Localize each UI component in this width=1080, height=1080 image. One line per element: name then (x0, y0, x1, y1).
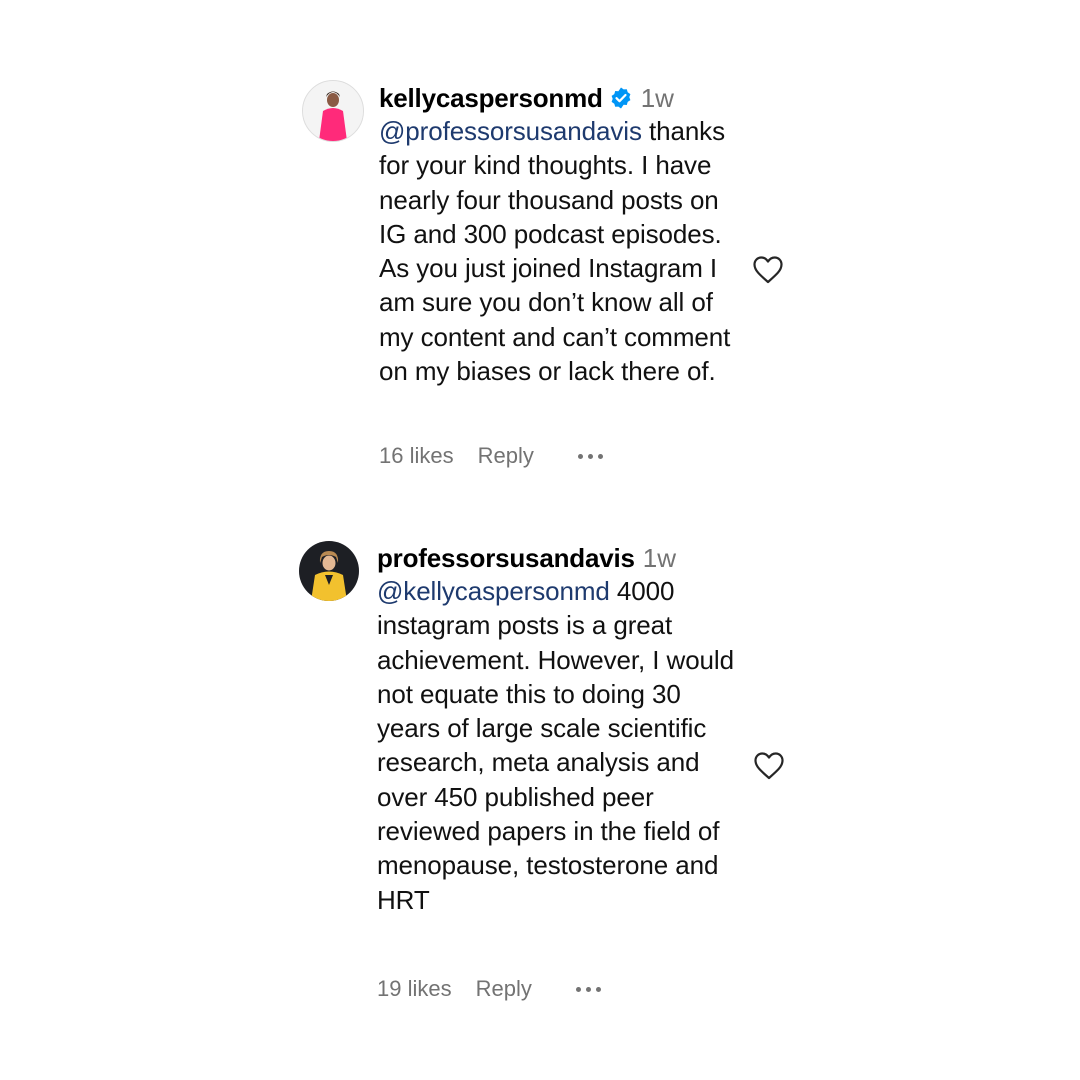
comment-actions: 16 likes Reply (379, 443, 603, 469)
comment-header: professorsusandavis 1w (377, 542, 747, 574)
verified-badge-icon (609, 86, 633, 110)
username[interactable]: professorsusandavis (377, 543, 635, 573)
avatar-woman-yellow-jacket-icon (299, 541, 359, 601)
heart-outline-icon (754, 752, 784, 780)
comment-text-body: 4000 instagram posts is a great achievem… (377, 576, 734, 915)
more-horizontal-icon[interactable] (577, 453, 603, 459)
mention-link[interactable]: @kellycaspersonmd (377, 576, 610, 606)
heart-outline-icon (753, 256, 783, 284)
comment-body: kellycaspersonmd 1w @professorsusandavis … (379, 82, 749, 388)
more-horizontal-icon[interactable] (575, 986, 601, 992)
like-button[interactable] (752, 255, 784, 285)
avatar-woman-pink-dress-icon (303, 81, 363, 141)
username[interactable]: kellycaspersonmd (379, 83, 603, 113)
avatar[interactable] (299, 541, 359, 601)
comment-text: @kellycaspersonmd 4000 instagram posts i… (377, 574, 747, 917)
comment-text-body: thanks for your kind thoughts. I have ne… (379, 116, 731, 387)
avatar[interactable] (302, 80, 364, 142)
comment-text: @professorsusandavis thanks for your kin… (379, 114, 749, 388)
comment-body: professorsusandavis 1w @kellycaspersonmd … (377, 542, 747, 917)
like-button[interactable] (753, 751, 785, 781)
reply-button[interactable]: Reply (478, 443, 534, 469)
reply-button[interactable]: Reply (476, 976, 532, 1002)
mention-link[interactable]: @professorsusandavis (379, 116, 642, 146)
comment-actions: 19 likes Reply (377, 976, 601, 1002)
likes-count[interactable]: 16 likes (379, 443, 454, 469)
likes-count[interactable]: 19 likes (377, 976, 452, 1002)
timestamp[interactable]: 1w (641, 83, 674, 113)
comment-header: kellycaspersonmd 1w (379, 82, 749, 114)
timestamp[interactable]: 1w (643, 543, 676, 573)
